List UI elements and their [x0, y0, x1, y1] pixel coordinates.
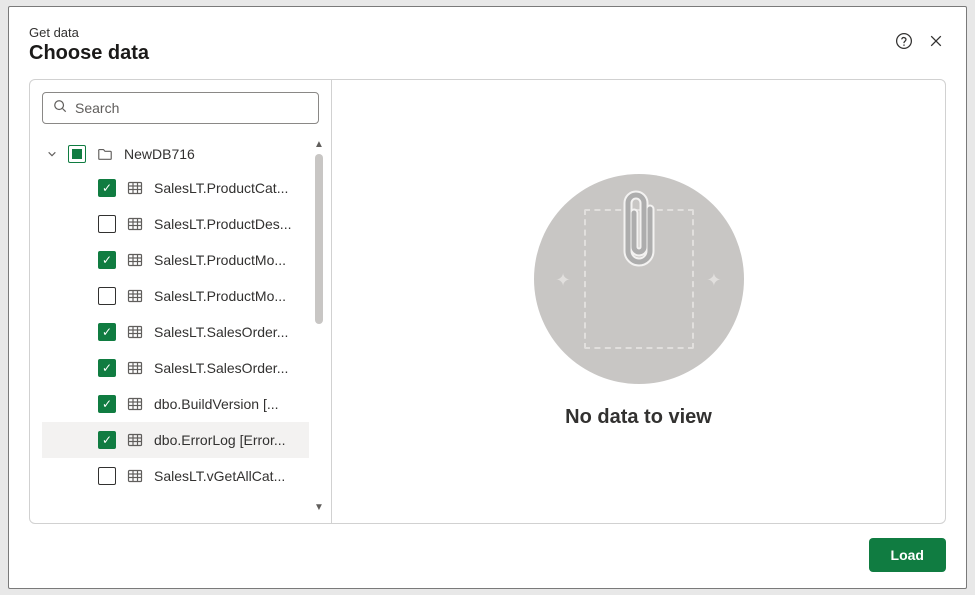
tree-scrollbar[interactable]: ▲ ▼ — [313, 138, 325, 515]
table-icon — [126, 216, 144, 232]
table-checkbox[interactable]: ✓ — [98, 323, 116, 341]
sparkle-icon: ✦ — [556, 270, 571, 291]
sparkle-icon: ✦ — [706, 270, 721, 291]
scroll-down-icon[interactable]: ▼ — [314, 501, 324, 515]
table-label: SalesLT.SalesOrder... — [154, 324, 305, 340]
table-checkbox[interactable]: ✓ — [98, 179, 116, 197]
table-icon — [126, 432, 144, 448]
table-checkbox[interactable]: ✓ — [98, 431, 116, 449]
table-label: SalesLT.SalesOrder... — [154, 360, 305, 376]
table-label: SalesLT.vGetAllCat... — [154, 468, 305, 484]
dialog-footer: Load — [29, 524, 946, 572]
table-label: SalesLT.ProductDes... — [154, 216, 305, 232]
search-box[interactable] — [42, 92, 319, 124]
help-icon[interactable] — [894, 31, 914, 51]
page-title: Choose data — [29, 42, 149, 65]
scroll-thumb[interactable] — [315, 154, 323, 324]
table-icon — [126, 180, 144, 196]
content-area: NewDB716 ✓ SalesLT.ProductCat... SalesLT.P… — [29, 79, 946, 524]
table-row[interactable]: ✓ SalesLT.SalesOrder... — [42, 314, 309, 350]
table-checkbox[interactable] — [98, 215, 116, 233]
object-tree: NewDB716 ✓ SalesLT.ProductCat... SalesLT.P… — [42, 138, 325, 515]
table-icon — [126, 396, 144, 412]
database-checkbox[interactable] — [68, 145, 86, 163]
empty-illustration: ✦ ✦ — [534, 174, 744, 384]
table-icon — [126, 324, 144, 340]
overline: Get data — [29, 25, 149, 40]
search-input[interactable] — [75, 100, 308, 116]
dialog-header: Get data Choose data — [29, 25, 946, 65]
database-label: NewDB716 — [124, 146, 195, 162]
load-button[interactable]: Load — [869, 538, 946, 572]
table-label: SalesLT.ProductCat... — [154, 180, 305, 196]
titles: Get data Choose data — [29, 25, 149, 65]
close-icon[interactable] — [926, 31, 946, 51]
table-row[interactable]: SalesLT.ProductDes... — [42, 206, 309, 242]
search-icon — [53, 99, 67, 118]
table-icon — [126, 288, 144, 304]
navigator-pane: NewDB716 ✓ SalesLT.ProductCat... SalesLT.P… — [30, 80, 332, 523]
table-icon — [126, 252, 144, 268]
table-checkbox[interactable]: ✓ — [98, 251, 116, 269]
table-row[interactable]: ✓ dbo.BuildVersion [... — [42, 386, 309, 422]
table-row[interactable]: ✓ SalesLT.SalesOrder... — [42, 350, 309, 386]
empty-message: No data to view — [565, 406, 712, 429]
paperclip-icon — [616, 183, 662, 279]
header-actions — [894, 31, 946, 51]
table-checkbox[interactable]: ✓ — [98, 395, 116, 413]
table-label: SalesLT.ProductMo... — [154, 288, 305, 304]
table-checkbox[interactable] — [98, 467, 116, 485]
scroll-up-icon[interactable]: ▲ — [314, 138, 324, 152]
table-row[interactable]: ✓ SalesLT.ProductMo... — [42, 242, 309, 278]
table-row[interactable]: ✓ SalesLT.ProductCat... — [42, 170, 309, 206]
database-node[interactable]: NewDB716 — [42, 138, 309, 170]
table-label: dbo.ErrorLog [Error... — [154, 432, 305, 448]
folder-icon — [96, 146, 114, 162]
table-checkbox[interactable]: ✓ — [98, 359, 116, 377]
preview-pane: ✦ ✦ No data to view — [332, 80, 945, 523]
table-icon — [126, 360, 144, 376]
table-row[interactable]: SalesLT.vGetAllCat... — [42, 458, 309, 494]
document-outline-icon — [584, 209, 694, 349]
choose-data-dialog: Get data Choose data — [8, 6, 967, 589]
table-row[interactable]: ✓ dbo.ErrorLog [Error... — [42, 422, 309, 458]
table-icon — [126, 468, 144, 484]
table-label: SalesLT.ProductMo... — [154, 252, 305, 268]
table-row[interactable]: SalesLT.ProductMo... — [42, 278, 309, 314]
table-label: dbo.BuildVersion [... — [154, 396, 305, 412]
chevron-down-icon[interactable] — [46, 149, 58, 159]
table-checkbox[interactable] — [98, 287, 116, 305]
